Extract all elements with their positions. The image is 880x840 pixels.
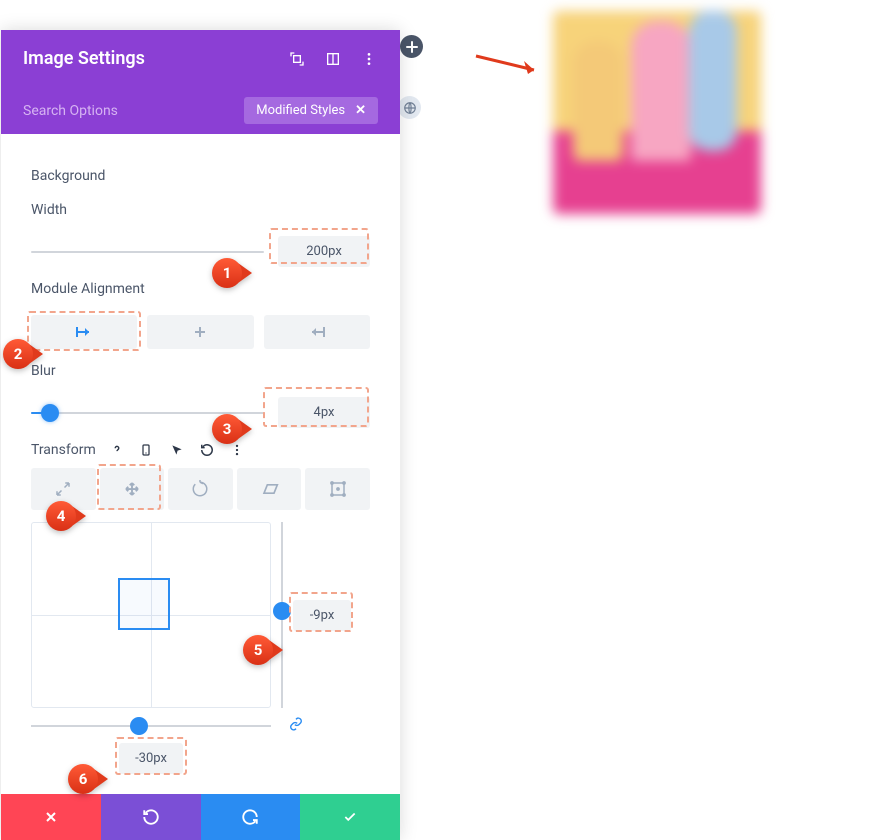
module-alignment-label: Module Alignment	[31, 281, 370, 297]
blur-label: Blur	[31, 363, 370, 379]
callout-3: 3	[212, 414, 252, 444]
preview-image	[553, 11, 761, 214]
link-values-icon[interactable]	[287, 716, 305, 735]
filter-tag-close-icon[interactable]: ✕	[355, 103, 366, 118]
transform-origin-tab[interactable]	[305, 468, 370, 510]
transform-position-grid[interactable]	[31, 522, 271, 708]
panel-header: Image Settings	[1, 30, 400, 87]
redo-button[interactable]	[201, 794, 301, 840]
transform-y-slider[interactable]	[281, 522, 283, 708]
transform-skew-tab[interactable]	[237, 468, 302, 510]
hover-icon[interactable]	[170, 442, 186, 458]
expand-icon[interactable]	[288, 50, 306, 68]
width-slider[interactable]	[31, 251, 264, 253]
layout-icon[interactable]	[324, 50, 342, 68]
arrow-annotation	[472, 50, 548, 82]
callout-5: 5	[243, 635, 283, 665]
filter-tag-modified-styles[interactable]: Modified Styles ✕	[244, 97, 378, 124]
image-settings-panel: Image Settings Modified Styles ✕ Backgro…	[1, 30, 400, 840]
reset-icon[interactable]	[200, 442, 216, 458]
align-right-button[interactable]	[264, 315, 370, 349]
global-icon[interactable]	[398, 96, 421, 119]
callout-2: 2	[3, 339, 43, 369]
bottom-action-bar	[1, 794, 400, 840]
search-bar: Modified Styles ✕	[1, 87, 400, 134]
transform-y-value-input[interactable]: -9px	[293, 600, 351, 631]
undo-button[interactable]	[101, 794, 201, 840]
align-center-button[interactable]	[147, 315, 253, 349]
panel-title: Image Settings	[23, 48, 288, 69]
more-icon[interactable]	[230, 442, 246, 458]
blur-value-input[interactable]: 4px	[278, 397, 370, 428]
save-button[interactable]	[300, 794, 400, 840]
transform-x-value-input[interactable]: -30px	[119, 743, 183, 774]
callout-4: 4	[46, 501, 86, 531]
cancel-button[interactable]	[1, 794, 101, 840]
width-value-input[interactable]: 200px	[278, 236, 370, 267]
add-module-button[interactable]	[400, 35, 423, 58]
background-label: Background	[31, 168, 370, 184]
transform-x-slider[interactable]	[31, 725, 271, 727]
callout-6: 6	[68, 764, 108, 794]
filter-tag-label: Modified Styles	[256, 103, 345, 118]
device-icon[interactable]	[140, 442, 156, 458]
callout-1: 1	[212, 258, 252, 288]
width-label: Width	[31, 202, 370, 218]
help-icon[interactable]	[110, 442, 126, 458]
transform-label: Transform	[31, 442, 96, 458]
transform-translate-tab[interactable]	[100, 468, 165, 510]
menu-icon[interactable]	[360, 50, 378, 68]
search-input[interactable]	[23, 103, 234, 119]
transform-rotate-tab[interactable]	[168, 468, 233, 510]
align-left-button[interactable]	[31, 315, 137, 349]
